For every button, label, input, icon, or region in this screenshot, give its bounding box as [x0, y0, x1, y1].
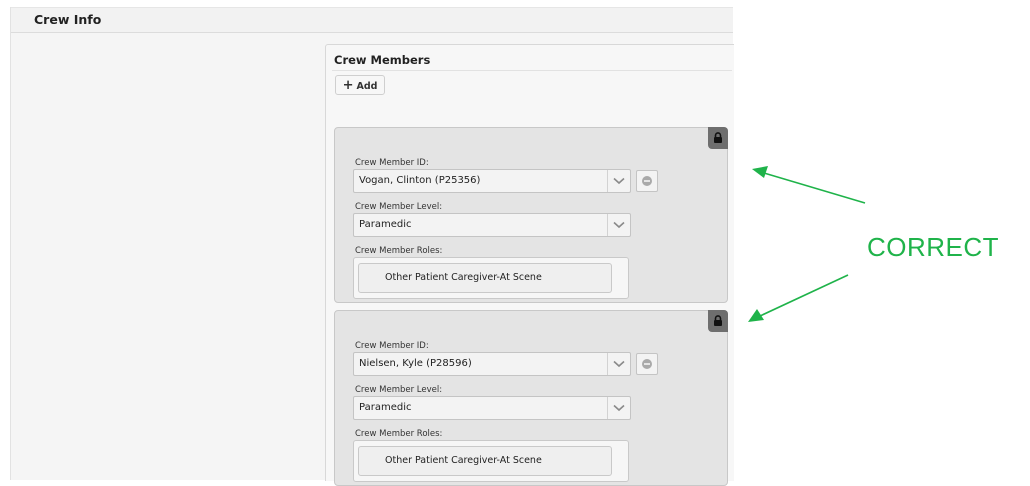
plus-icon: + [342, 77, 354, 93]
crew-member-level-value: Paramedic [359, 219, 412, 230]
lock-icon [714, 315, 722, 326]
crew-member-level-label: Crew Member Level: [355, 202, 443, 212]
crew-member-level-select[interactable]: Paramedic [353, 213, 631, 237]
annotation-arrowhead-upper [752, 166, 768, 178]
remove-crew-member-button[interactable] [636, 170, 658, 192]
role-tag[interactable]: Other Patient Caregiver-At Scene [358, 446, 612, 476]
remove-crew-member-button[interactable] [636, 353, 658, 375]
crew-member-roles-box[interactable]: Other Patient Caregiver-At Scene [353, 257, 629, 299]
crew-member-level-select[interactable]: Paramedic [353, 396, 631, 420]
crew-member-roles-box[interactable]: Other Patient Caregiver-At Scene [353, 440, 629, 482]
chevron-down-icon[interactable] [607, 214, 630, 236]
crew-member-card: Crew Member ID: Nielsen, Kyle (P28596) C… [334, 310, 728, 486]
role-tag-label: Other Patient Caregiver-At Scene [385, 455, 542, 466]
section-header: Crew Info [11, 7, 733, 33]
crew-members-panel: Crew Members + Add Crew Member ID: Vogan,… [325, 44, 734, 486]
crew-member-id-select[interactable]: Vogan, Clinton (P25356) [353, 169, 631, 193]
annotation-arrow-upper [763, 172, 866, 204]
add-button-label: Add [356, 80, 378, 92]
section-title: Crew Info [34, 12, 102, 27]
crew-member-id-value: Vogan, Clinton (P25356) [359, 175, 481, 186]
annotation-arrow-lower [759, 274, 849, 317]
crew-member-id-select[interactable]: Nielsen, Kyle (P28596) [353, 352, 631, 376]
add-crew-member-button[interactable]: + Add [335, 75, 385, 95]
crew-info-form: Crew Info Crew Members + Add Crew Member … [10, 7, 734, 486]
crew-member-id-label: Crew Member ID: [355, 158, 429, 168]
annotation-label: CORRECT [867, 232, 1000, 262]
crew-member-roles-label: Crew Member Roles: [355, 429, 443, 439]
chevron-down-icon[interactable] [607, 170, 630, 192]
role-tag-label: Other Patient Caregiver-At Scene [385, 272, 542, 283]
annotation-arrowhead-lower [748, 309, 764, 322]
minus-circle-icon [642, 176, 652, 186]
crew-member-card: Crew Member ID: Vogan, Clinton (P25356) … [334, 127, 728, 303]
lock-toggle[interactable] [708, 127, 728, 149]
crew-member-id-value: Nielsen, Kyle (P28596) [359, 358, 472, 369]
crew-member-roles-label: Crew Member Roles: [355, 246, 443, 256]
panel-title: Crew Members [334, 53, 431, 67]
chevron-down-icon[interactable] [607, 397, 630, 419]
lock-icon [714, 132, 722, 143]
panel-divider [332, 70, 732, 71]
role-tag[interactable]: Other Patient Caregiver-At Scene [358, 263, 612, 293]
crew-member-level-value: Paramedic [359, 402, 412, 413]
chevron-down-icon[interactable] [607, 353, 630, 375]
minus-circle-icon [642, 359, 652, 369]
crew-member-id-label: Crew Member ID: [355, 341, 429, 351]
lock-toggle[interactable] [708, 310, 728, 332]
crew-member-level-label: Crew Member Level: [355, 385, 443, 395]
